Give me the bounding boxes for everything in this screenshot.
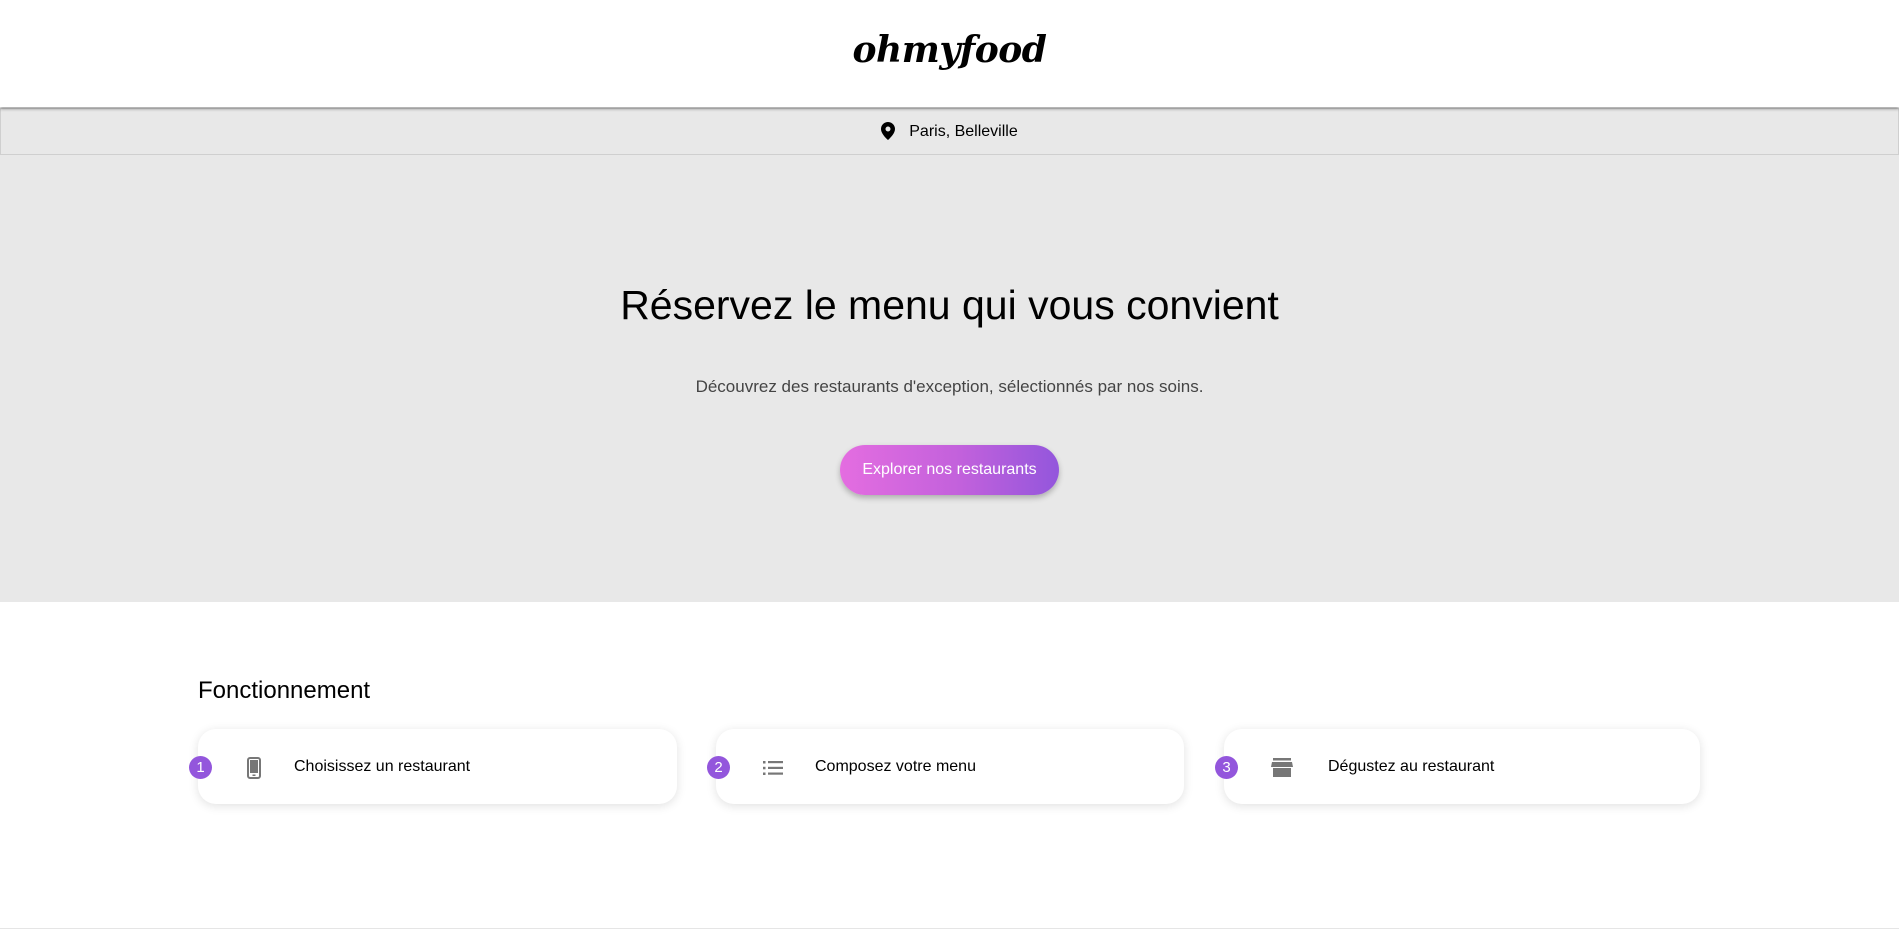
logo[interactable]: ohmyfood: [853, 29, 1047, 71]
how-it-works-section: Fonctionnement 1 Choisissez un restauran…: [0, 602, 1899, 805]
step-number-badge: 2: [707, 756, 730, 779]
map-pin-icon: [881, 121, 896, 140]
step-card: 3 Dégustez au restaurant: [1215, 729, 1700, 804]
step-number-badge: 3: [1215, 756, 1238, 779]
location-text: Paris, Belleville: [909, 122, 1018, 140]
site-header: ohmyfood: [0, 0, 1899, 107]
list-icon: [762, 757, 784, 779]
step-label: Choisissez un restaurant: [294, 758, 471, 775]
hero-subtitle: Découvrez des restaurants d'exception, s…: [695, 377, 1204, 396]
footer-divider: [0, 928, 1899, 929]
hero-title: Réservez le menu qui vous convient: [620, 282, 1279, 328]
step-label: Dégustez au restaurant: [1328, 758, 1495, 775]
section-title: Fonctionnement: [198, 677, 371, 704]
step-card: 2 Composez votre menu: [707, 729, 1184, 804]
hero-section: Réservez le menu qui vous convient Décou…: [0, 155, 1899, 602]
steps-list: 1 Choisissez un restaurant 2 Composez vo…: [189, 729, 1899, 805]
explore-restaurants-button[interactable]: Explorer nos restaurants: [840, 445, 1059, 495]
smartphone-icon: [243, 757, 265, 779]
step-card: 1 Choisissez un restaurant: [189, 729, 677, 804]
step-label: Composez votre menu: [815, 758, 976, 775]
step-number-badge: 1: [189, 756, 212, 779]
storefront-icon: [1271, 757, 1293, 779]
location-bar: Paris, Belleville: [0, 108, 1899, 155]
